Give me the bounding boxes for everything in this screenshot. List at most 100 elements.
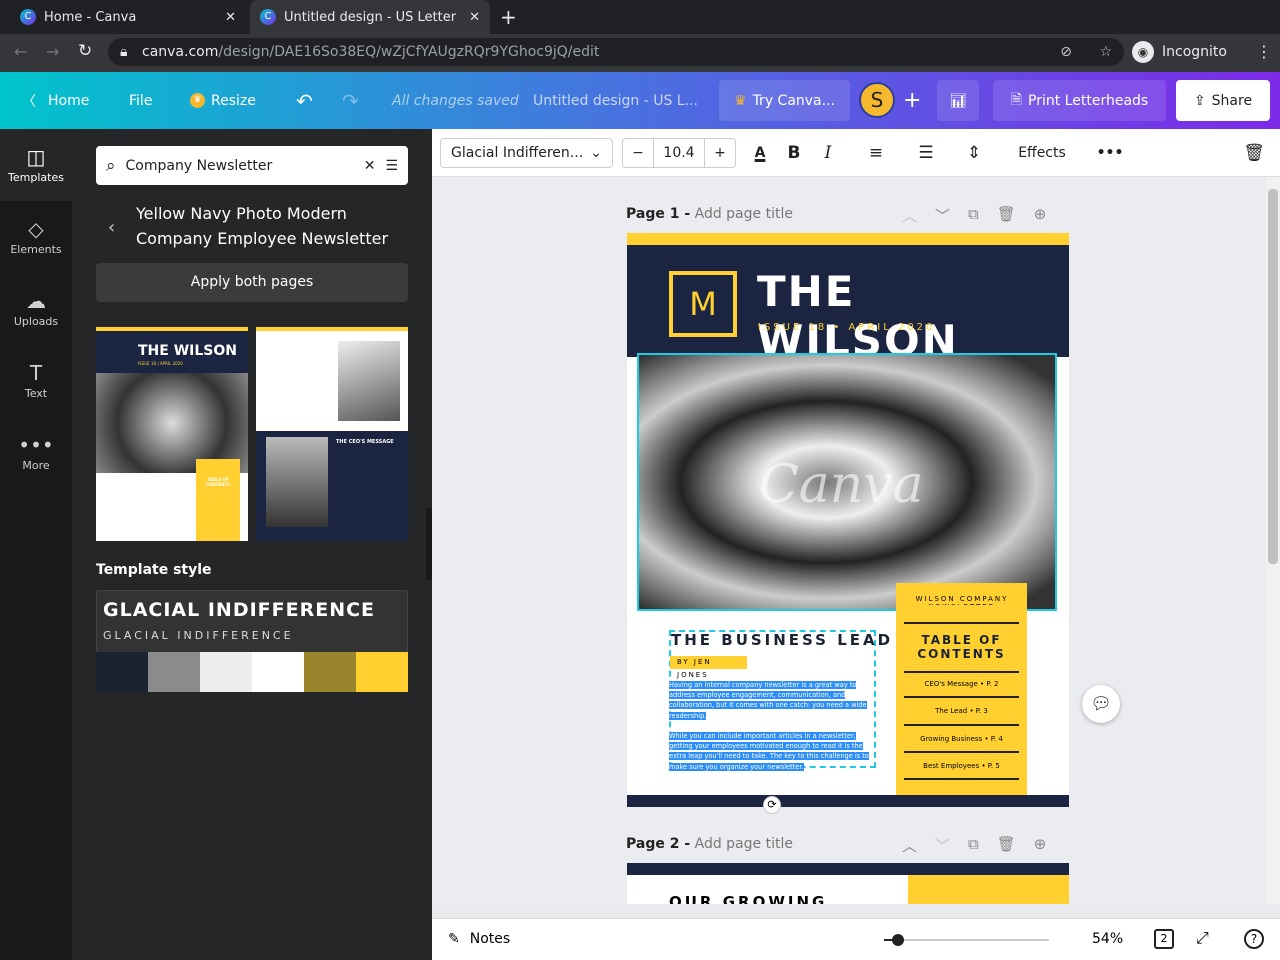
home-button[interactable]: 〈 Home (22, 72, 89, 129)
team-photo[interactable]: Canva (637, 353, 1057, 611)
move-down-icon[interactable]: ﹀ (935, 205, 950, 226)
effects-button[interactable]: Effects (1012, 138, 1072, 168)
redo-button[interactable]: ↷ (342, 72, 359, 129)
page-2-actions: ︿ ﹀ ⧉ 🗑︎ ⊕ (902, 835, 1046, 856)
rail-templates[interactable]: ◫ Templates (0, 129, 72, 201)
font-size-input[interactable]: 10.4 (653, 139, 705, 167)
toc-list: CEO's Message • P. 2 The Lead • P. 3 Gro… (904, 671, 1019, 780)
filter-icon[interactable]: ☰ (385, 158, 398, 174)
palette-swatch[interactable] (200, 652, 252, 692)
incognito-badge[interactable]: ◉ Incognito (1132, 40, 1227, 64)
canva-watermark: Canva (759, 455, 924, 515)
delete-page-icon[interactable]: 🗑︎ (997, 835, 1016, 856)
duplicate-page-icon[interactable]: ⧉ (968, 205, 979, 226)
resize-button[interactable]: ♛ Resize (190, 72, 256, 129)
file-menu[interactable]: File (129, 72, 152, 129)
print-letterheads-button[interactable]: 🗎 Print Letterheads (993, 80, 1166, 121)
move-up-icon[interactable]: ︿ (902, 205, 917, 226)
add-page-icon[interactable]: ⊕ (1034, 835, 1047, 856)
text-toolbar: Glacial Indifferen... ⌄ − 10.4 + A B I ≡ … (432, 129, 1280, 177)
page-1-header: Page 1 - Add page title (626, 206, 793, 222)
close-tab-icon[interactable]: ✕ (469, 10, 480, 25)
add-page-title[interactable]: Add page title (695, 836, 793, 852)
move-down-icon[interactable]: ﹀ (935, 835, 950, 856)
more-options-icon[interactable]: ••• (1096, 138, 1124, 168)
try-canva-pro-button[interactable]: ♛ Try Canva... (719, 80, 850, 121)
palette-swatch[interactable] (252, 652, 304, 692)
close-tab-icon[interactable]: ✕ (225, 10, 236, 25)
page-2-header: Page 2 - Add page title (626, 836, 793, 852)
article-title[interactable]: THE BUSINESS LEAD (671, 631, 893, 649)
apply-both-pages-button[interactable]: Apply both pages (96, 263, 408, 302)
template-thumbnail-page-2[interactable]: OUR GROWING COMPANY THE CEO'S MESSAGE (256, 327, 408, 541)
tracking-blocked-icon[interactable]: ⊘ (1060, 38, 1072, 66)
delete-page-icon[interactable]: 🗑︎ (997, 205, 1016, 226)
avatar[interactable]: S (859, 82, 895, 118)
canva-favicon-icon: C (20, 9, 36, 25)
vertical-scrollbar[interactable] (1266, 177, 1280, 904)
zoom-slider-thumb[interactable] (892, 934, 904, 946)
page-2[interactable]: OUR GROWING (627, 863, 1069, 904)
delete-icon[interactable]: 🗑︎ (1242, 138, 1266, 168)
add-comment-button[interactable]: 💬︎ (1082, 685, 1120, 723)
palette-swatch[interactable] (148, 652, 200, 692)
notes-button[interactable]: ✎ Notes (448, 931, 510, 947)
share-icon: ⇪ (1193, 92, 1206, 109)
editor-footer: ✎ Notes 54% 2 ⤢ ? (432, 918, 1280, 960)
analytics-icon[interactable]: 📊︎ (937, 80, 979, 121)
back-chevron-icon[interactable]: ‹ (108, 217, 115, 238)
issue-line[interactable]: ISSUE 18 • APRIL 2020 (758, 322, 935, 333)
design-title[interactable]: Untitled design - US L... (533, 72, 698, 129)
font-family-select[interactable]: Glacial Indifferen... ⌄ (440, 138, 613, 168)
rail-uploads[interactable]: ☁ Uploads (0, 273, 72, 345)
italic-icon[interactable]: I (816, 138, 840, 168)
forward-icon[interactable]: → (46, 42, 59, 61)
share-button[interactable]: ⇪ Share (1176, 80, 1270, 121)
url-field[interactable]: 🔒︎ canva.com/design/DAE16So38EQ/wZjCfYAUg… (108, 38, 1124, 66)
palette-swatch[interactable] (96, 652, 148, 692)
bookmark-star-icon[interactable]: ☆ (1099, 38, 1112, 66)
search-icon: ⌕ (106, 155, 116, 176)
newsletter-title[interactable]: THE WILSON (757, 267, 1069, 365)
help-icon[interactable]: ? (1244, 929, 1264, 949)
zoom-slider[interactable] (884, 934, 1049, 946)
move-up-icon[interactable]: ︿ (902, 835, 917, 856)
byline[interactable]: BY JEN JONES (670, 656, 747, 679)
browser-tab-bar: C Home - Canva ✕ C Untitled design - US Let… (0, 0, 1280, 34)
bold-icon[interactable]: B (782, 138, 806, 168)
search-input[interactable]: ⌕ Company Newsletter ✕ ☰ (96, 146, 408, 185)
zoom-level[interactable]: 54% (1092, 931, 1123, 947)
rail-more[interactable]: ••• More (0, 417, 72, 489)
list-icon[interactable]: ☰ (914, 138, 938, 168)
rail-elements[interactable]: ◇ Elements (0, 201, 72, 273)
clear-icon[interactable]: ✕ (364, 158, 376, 174)
template-thumbnail-page-1[interactable]: THE WILSON THE WILSON ISSUE 18 | APRIL 2… (96, 327, 248, 541)
duplicate-page-icon[interactable]: ⧉ (968, 835, 979, 856)
add-page-title[interactable]: Add page title (695, 206, 793, 222)
page-1[interactable]: M THE WILSON ISSUE 18 • APRIL 2020 Canva… (627, 233, 1069, 814)
add-member-button[interactable]: + (903, 72, 921, 129)
tab-home[interactable]: C Home - Canva ✕ (10, 0, 246, 34)
back-icon[interactable]: ← (14, 42, 27, 61)
tab-design[interactable]: C Untitled design - US Letter ✕ (250, 0, 490, 34)
lock-icon: 🔒︎ (120, 44, 128, 60)
text-color-icon[interactable]: A (748, 138, 772, 168)
text-icon: T (29, 361, 43, 385)
add-page-icon[interactable]: ⊕ (1034, 205, 1047, 226)
elements-icon: ◇ (28, 217, 44, 241)
increase-size-button[interactable]: + (705, 145, 735, 161)
fullscreen-icon[interactable]: ⤢ (1196, 928, 1209, 948)
reload-icon[interactable]: ↻ (78, 41, 92, 61)
new-tab-button[interactable]: + (500, 5, 517, 29)
menu-icon[interactable]: ⋮ (1256, 42, 1272, 61)
page-count-button[interactable]: 2 (1154, 929, 1174, 949)
decrease-size-button[interactable]: − (623, 145, 653, 161)
undo-button[interactable]: ↶ (296, 72, 313, 129)
rotate-handle-icon[interactable]: ⟳ (763, 796, 781, 814)
align-left-icon[interactable]: ≡ (864, 138, 888, 168)
rail-text[interactable]: T Text (0, 345, 72, 417)
palette-swatch[interactable] (304, 652, 356, 692)
article-body[interactable]: Having an internal company newsletter is… (669, 680, 875, 772)
palette-swatch[interactable] (356, 652, 408, 692)
spacing-icon[interactable]: ⇕ (962, 138, 986, 168)
